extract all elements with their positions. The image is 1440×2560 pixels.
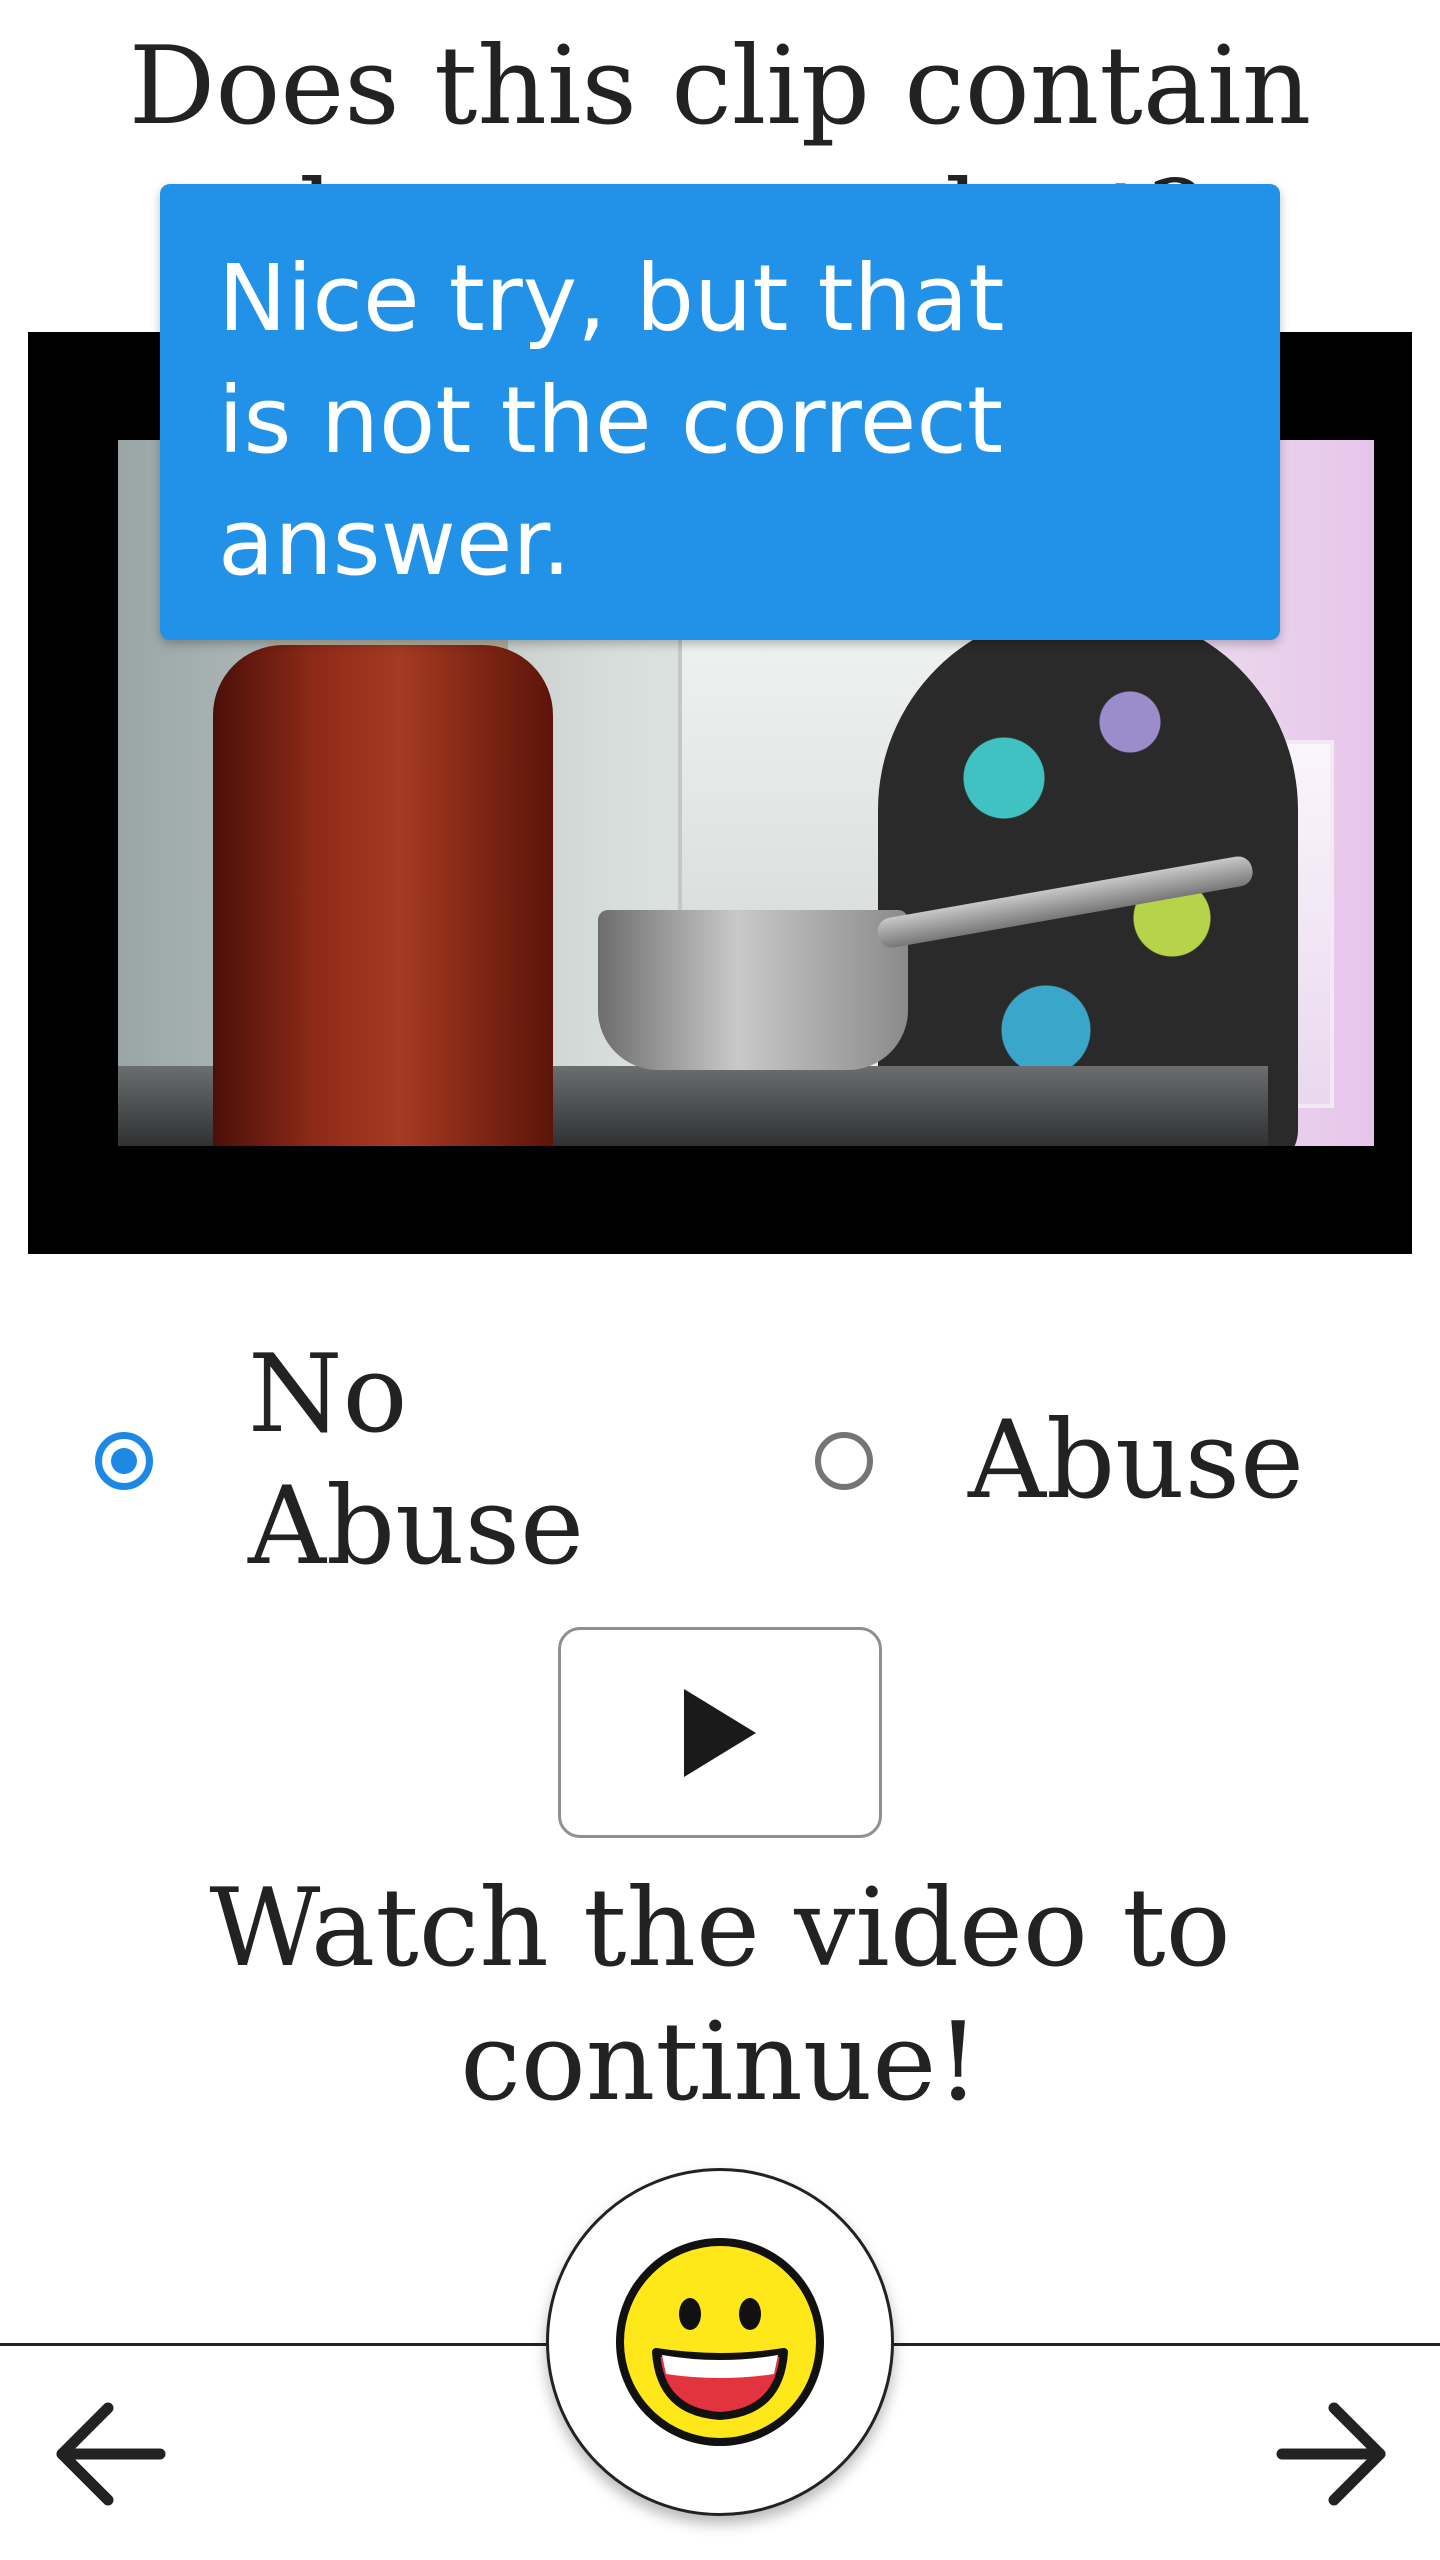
option-label: No Abuse	[248, 1332, 585, 1589]
option-no-abuse[interactable]: No Abuse	[95, 1326, 715, 1596]
arrow-right-icon[interactable]	[1272, 2394, 1392, 2514]
feedback-toast: Nice try, but that is not the correct an…	[160, 184, 1280, 640]
play-icon	[684, 1688, 756, 1777]
option-label: Abuse	[968, 1398, 1305, 1523]
play-button[interactable]	[558, 1627, 882, 1838]
toast-message: Nice try, but that is not the correct an…	[218, 245, 1005, 596]
radio-unselected-icon[interactable]	[815, 1432, 873, 1490]
instruction-text: Watch the video to continue!	[209, 1866, 1231, 2125]
arrow-left-icon[interactable]	[50, 2394, 170, 2514]
emoji-button[interactable]	[546, 2168, 894, 2516]
radio-selected-icon[interactable]	[95, 1432, 153, 1490]
grinning-face-icon	[616, 2238, 824, 2446]
option-abuse[interactable]: Abuse	[815, 1326, 1375, 1596]
